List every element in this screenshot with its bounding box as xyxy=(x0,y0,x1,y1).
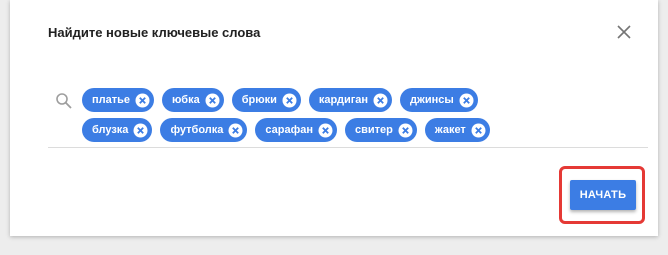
keyword-dialog: Найдите новые ключевые слова платье юбка б… xyxy=(10,0,658,236)
remove-circle-icon xyxy=(318,123,333,137)
chip-label: кардиган xyxy=(318,94,369,106)
keyword-chip: сарафан xyxy=(255,118,338,142)
chip-remove-button[interactable] xyxy=(133,123,148,138)
chip-remove-button[interactable] xyxy=(135,93,150,108)
keyword-chip: жакет xyxy=(424,118,490,142)
chip-remove-button[interactable] xyxy=(459,93,474,108)
search-icon xyxy=(56,93,72,109)
chip-label: брюки xyxy=(241,94,277,106)
chip-label: свитер xyxy=(355,124,393,136)
keyword-chip: блузка xyxy=(82,118,153,142)
chip-label: жакет xyxy=(434,124,466,136)
close-icon xyxy=(617,25,631,39)
chip-remove-button[interactable] xyxy=(398,123,413,138)
chip-remove-button[interactable] xyxy=(282,93,297,108)
chip-label: футболка xyxy=(170,124,224,136)
chip-label: платье xyxy=(92,94,131,106)
dialog-title: Найдите новые ключевые слова xyxy=(48,25,261,40)
chip-label: сарафан xyxy=(265,124,314,136)
chip-remove-button[interactable] xyxy=(373,93,388,108)
remove-circle-icon xyxy=(373,93,388,107)
start-button[interactable]: НАЧАТЬ xyxy=(570,180,636,210)
keyword-chip: платье xyxy=(82,88,155,112)
remove-circle-icon xyxy=(282,93,297,107)
keyword-chip: юбка xyxy=(162,88,224,112)
keyword-chip: свитер xyxy=(345,118,417,142)
remove-circle-icon xyxy=(133,123,148,137)
remove-circle-icon xyxy=(471,123,486,137)
remove-circle-icon xyxy=(459,93,474,107)
chip-label: юбка xyxy=(172,94,200,106)
input-underline xyxy=(48,147,648,148)
remove-circle-icon xyxy=(205,93,220,107)
keyword-chip: джинсы xyxy=(400,88,478,112)
chip-remove-button[interactable] xyxy=(228,123,243,138)
keyword-chip: кардиган xyxy=(308,88,393,112)
chip-label: джинсы xyxy=(410,94,454,106)
remove-circle-icon xyxy=(135,93,150,107)
chip-remove-button[interactable] xyxy=(471,123,486,138)
keyword-chip: футболка xyxy=(160,118,248,142)
keyword-chip-list: платье юбка брюки кардиган джинсы блузка футбо… xyxy=(82,88,552,142)
keyword-chip: брюки xyxy=(231,88,301,112)
chip-remove-button[interactable] xyxy=(318,123,333,138)
remove-circle-icon xyxy=(398,123,413,137)
chip-label: блузка xyxy=(92,124,129,136)
remove-circle-icon xyxy=(228,123,243,137)
chip-remove-button[interactable] xyxy=(205,93,220,108)
close-button[interactable] xyxy=(614,22,634,42)
